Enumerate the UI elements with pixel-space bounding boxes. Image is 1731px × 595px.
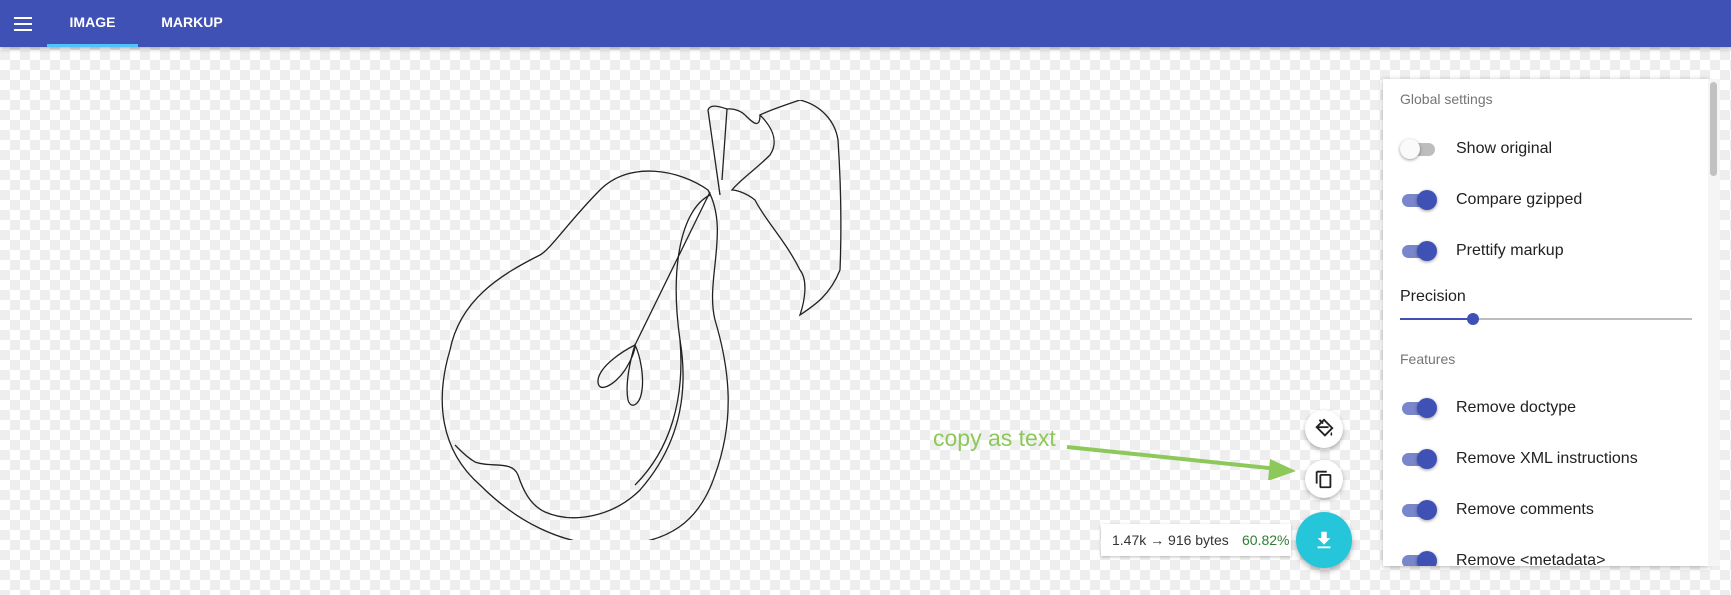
paint-bucket-icon — [1315, 418, 1334, 437]
toggle-label: Remove <metadata> — [1456, 552, 1606, 566]
size-savings-percent: 60.82% — [1242, 532, 1290, 548]
toggle-label: Show original — [1456, 140, 1553, 157]
tab-image[interactable]: IMAGE — [47, 0, 138, 47]
toggle-remove-metadata[interactable]: Remove <metadata> — [1400, 546, 1700, 566]
toggle-label: Remove XML instructions — [1456, 450, 1638, 467]
global-settings-heading: Global settings — [1400, 91, 1493, 107]
toggle-prettify-markup[interactable]: Prettify markup — [1400, 236, 1700, 266]
toggle-remove-doctype[interactable]: Remove doctype — [1400, 393, 1700, 423]
copy-icon — [1315, 470, 1332, 489]
size-summary: 1.47k → 916 bytes 60.82% — [1101, 524, 1291, 556]
toggle-remove-comments[interactable]: Remove comments — [1400, 495, 1700, 525]
slider-thumb[interactable] — [1467, 313, 1479, 325]
toggle-switch[interactable] — [1400, 393, 1437, 423]
features-heading: Features — [1400, 351, 1456, 367]
toggle-label: Remove doctype — [1456, 399, 1577, 416]
app-bar: IMAGE MARKUP — [0, 0, 1731, 47]
toggle-switch[interactable] — [1400, 444, 1437, 474]
precision-slider[interactable] — [1400, 309, 1692, 329]
toggle-switch[interactable] — [1400, 185, 1437, 215]
toggle-switch[interactable] — [1400, 495, 1437, 525]
toggle-show-original[interactable]: Show original — [1400, 134, 1700, 164]
toggle-label: Compare gzipped — [1456, 191, 1583, 208]
svg-preview-image — [441, 100, 842, 540]
toggle-label: Prettify markup — [1456, 242, 1564, 259]
settings-scrollbar[interactable] — [1708, 79, 1720, 566]
annotation-arrow-icon — [1066, 445, 1296, 480]
download-icon — [1317, 531, 1331, 549]
toggle-label: Remove comments — [1456, 501, 1594, 518]
paint-bucket-button[interactable] — [1305, 410, 1343, 448]
toggle-remove-xml-instructions[interactable]: Remove XML instructions — [1400, 444, 1700, 474]
copy-annotation: copy as text — [933, 425, 1056, 451]
toggle-switch[interactable] — [1400, 546, 1437, 566]
toggle-compare-gzipped[interactable]: Compare gzipped — [1400, 185, 1700, 215]
download-button[interactable] — [1296, 512, 1352, 568]
size-before-after: 1.47k → 916 bytes — [1112, 532, 1229, 548]
copy-button[interactable] — [1305, 460, 1343, 498]
toggle-switch[interactable] — [1400, 236, 1437, 266]
menu-icon[interactable] — [11, 12, 35, 36]
settings-panel: Global settings Show original Compare gz… — [1383, 79, 1709, 566]
tab-markup[interactable]: MARKUP — [148, 0, 236, 47]
toggle-switch[interactable] — [1400, 134, 1436, 164]
precision-label: Precision — [1400, 288, 1466, 305]
active-tab-indicator — [47, 44, 138, 47]
scrollbar-thumb[interactable] — [1710, 82, 1717, 176]
